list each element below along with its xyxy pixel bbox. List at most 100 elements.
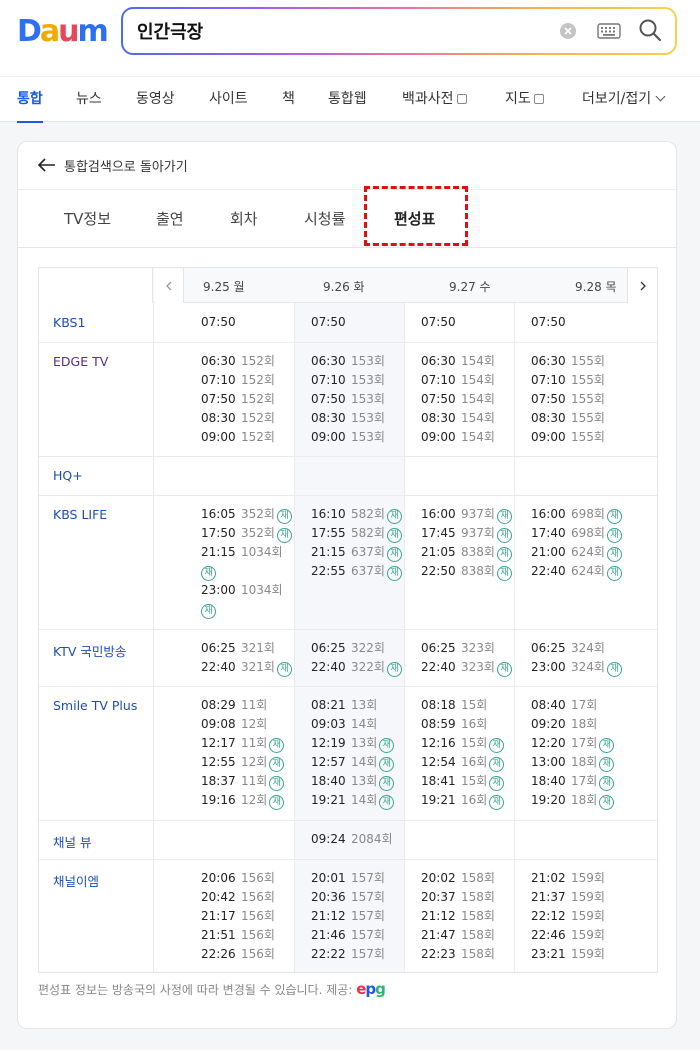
schedule-cell: 09:24 2084회 bbox=[311, 830, 393, 849]
air-time: 09:20 bbox=[531, 717, 566, 731]
schedule-entry: 07:50 bbox=[421, 313, 461, 332]
tab-web[interactable]: 통합웹 bbox=[328, 77, 367, 123]
channel-name[interactable]: Smile TV Plus bbox=[53, 698, 137, 713]
back-to-search-link[interactable]: 통합검색으로 돌아가기 bbox=[38, 155, 188, 175]
schedule-entry: 19:20 18회 재 bbox=[531, 791, 615, 810]
tab-book[interactable]: 책 bbox=[282, 77, 295, 123]
air-time: 06:30 bbox=[311, 354, 346, 368]
episode-number: 152회 bbox=[241, 392, 275, 406]
tab-site[interactable]: 사이트 bbox=[209, 77, 248, 123]
schedule-cell: 21:02 159회 21:37 159회 22:12 159회 22:46 159회 23:2… bbox=[531, 869, 605, 964]
date-label: 9.25 월 bbox=[203, 280, 245, 294]
subtab-cast[interactable]: 출연 bbox=[156, 208, 184, 229]
schedule-cell: 06:25 321회 22:40 321회 재 bbox=[201, 639, 292, 677]
tab-video[interactable]: 동영상 bbox=[136, 77, 175, 123]
schedule-entry: 09:03 14회 bbox=[311, 715, 394, 734]
daum-logo[interactable]: Daum bbox=[17, 14, 109, 50]
episode-number: 154회 bbox=[461, 411, 495, 425]
rerun-badge: 재 bbox=[269, 738, 285, 753]
schedule-entry: 12:17 11회 재 bbox=[201, 734, 285, 753]
tv-info-card: 통합검색으로 돌아가기 TV정보 출연 회차 시청률 편성표 9.25 월 9.… bbox=[17, 141, 677, 1029]
schedule-cell: 08:18 15회 08:59 16회 12:16 15회 재 12:54 16회 재 18:41 1… bbox=[421, 696, 505, 810]
schedule-entry: 22:40 323회 재 bbox=[421, 658, 512, 677]
episode-number: 14회 bbox=[351, 755, 378, 769]
air-time: 12:19 bbox=[311, 736, 346, 750]
episode-number: 698회 bbox=[571, 526, 605, 540]
clear-icon[interactable] bbox=[560, 23, 576, 39]
episode-number: 352회 bbox=[241, 507, 275, 521]
episode-number: 321회 bbox=[241, 660, 275, 674]
channel-name[interactable]: KBS LIFE bbox=[53, 507, 107, 522]
schedule-entry: 06:25 321회 bbox=[201, 639, 292, 658]
air-time: 07:50 bbox=[421, 315, 456, 329]
schedule-entry: 06:25 324회 bbox=[531, 639, 622, 658]
channel-name[interactable]: 채널 뷰 bbox=[53, 832, 91, 851]
channel-name[interactable]: 채널이엠 bbox=[53, 871, 99, 890]
rerun-badge: 재 bbox=[386, 566, 402, 581]
episode-number: 16회 bbox=[461, 755, 488, 769]
air-time: 22:23 bbox=[421, 947, 456, 961]
episode-number: 11회 bbox=[241, 698, 268, 712]
channel-name[interactable]: KBS1 bbox=[53, 315, 85, 330]
episode-number: 838회 bbox=[461, 545, 495, 559]
air-time: 17:50 bbox=[201, 526, 236, 540]
subtab-ratings[interactable]: 시청률 bbox=[304, 208, 345, 229]
schedule-entry: 21:02 159회 bbox=[531, 869, 605, 888]
keyboard-icon[interactable] bbox=[597, 22, 621, 40]
header: Daum 통합 뉴스 동영상 사 bbox=[0, 0, 700, 123]
rerun-badge: 재 bbox=[276, 528, 292, 543]
schedule-entry: 22:12 159회 bbox=[531, 907, 605, 926]
next-week-button[interactable] bbox=[627, 268, 657, 303]
air-time: 09:08 bbox=[201, 717, 236, 731]
rerun-badge: 재 bbox=[606, 662, 622, 677]
schedule-entry: 09:24 2084회 bbox=[311, 830, 393, 849]
episode-number: 323회 bbox=[461, 660, 495, 674]
subtab-tv-info[interactable]: TV정보 bbox=[64, 208, 111, 229]
episode-number: 322회 bbox=[351, 660, 385, 674]
air-time: 09:00 bbox=[421, 430, 456, 444]
schedule-entry: 22:23 158회 bbox=[421, 945, 495, 964]
rerun-badge: 재 bbox=[496, 547, 512, 562]
schedule-entry: 22:50 838회 재 bbox=[421, 562, 512, 581]
schedule-cell: 20:01 157회 20:36 157회 21:12 157회 21:46 157회 22:2… bbox=[311, 869, 385, 964]
subtab-episodes[interactable]: 회차 bbox=[230, 208, 258, 229]
channel-name[interactable]: HQ+ bbox=[53, 468, 83, 483]
date-label: 9.27 수 bbox=[449, 280, 491, 294]
search-icon[interactable] bbox=[638, 18, 662, 42]
schedule-entry: 18:41 15회 재 bbox=[421, 772, 505, 791]
tab-news[interactable]: 뉴스 bbox=[76, 77, 102, 123]
schedule-entry: 22:40 321회 재 bbox=[201, 658, 292, 677]
air-time: 20:37 bbox=[421, 890, 456, 904]
external-icon bbox=[456, 94, 467, 104]
air-time: 07:10 bbox=[311, 373, 346, 387]
channel-name[interactable]: EDGE TV bbox=[53, 354, 108, 369]
air-time: 20:42 bbox=[201, 890, 236, 904]
schedule-entry: 20:42 156회 bbox=[201, 888, 275, 907]
schedule-entry: 08:30 155회 bbox=[531, 409, 605, 428]
episode-number: 159회 bbox=[571, 871, 605, 885]
schedule-entry: 09:00 155회 bbox=[531, 428, 605, 447]
tab-more[interactable]: 더보기/접기 bbox=[582, 77, 666, 123]
episode-number: 324회 bbox=[571, 660, 605, 674]
schedule-entry: 08:30 153회 bbox=[311, 409, 385, 428]
episode-number: 13회 bbox=[351, 736, 378, 750]
schedule-cell: 06:30 152회 07:10 152회 07:50 152회 08:30 152회 09:0… bbox=[201, 352, 275, 447]
episode-number: 152회 bbox=[241, 373, 275, 387]
prev-week-button[interactable] bbox=[154, 268, 184, 303]
tab-encyclopedia[interactable]: 백과사전 bbox=[402, 77, 467, 123]
tab-integrated[interactable]: 통합 bbox=[17, 77, 43, 123]
schedule-entry: 23:00 1034회 bbox=[201, 581, 292, 600]
rerun-badge: 재 bbox=[496, 528, 512, 543]
schedule-entry: 09:08 12회 bbox=[201, 715, 284, 734]
rerun-badge: 재 bbox=[489, 738, 505, 753]
rerun-badge: 재 bbox=[379, 757, 395, 772]
episode-number: 12회 bbox=[241, 755, 268, 769]
air-time: 06:30 bbox=[201, 354, 236, 368]
rerun-badge: 재 bbox=[379, 795, 395, 810]
channel-name[interactable]: KTV 국민방송 bbox=[53, 641, 126, 660]
search-input[interactable] bbox=[137, 18, 537, 44]
tab-map[interactable]: 지도 bbox=[505, 77, 544, 123]
air-time: 07:10 bbox=[531, 373, 566, 387]
episode-number: 153회 bbox=[351, 392, 385, 406]
schedule-table: 9.25 월 9.26 화 9.27 수 9.28 목 KBS1 07:50 07:… bbox=[38, 267, 658, 973]
